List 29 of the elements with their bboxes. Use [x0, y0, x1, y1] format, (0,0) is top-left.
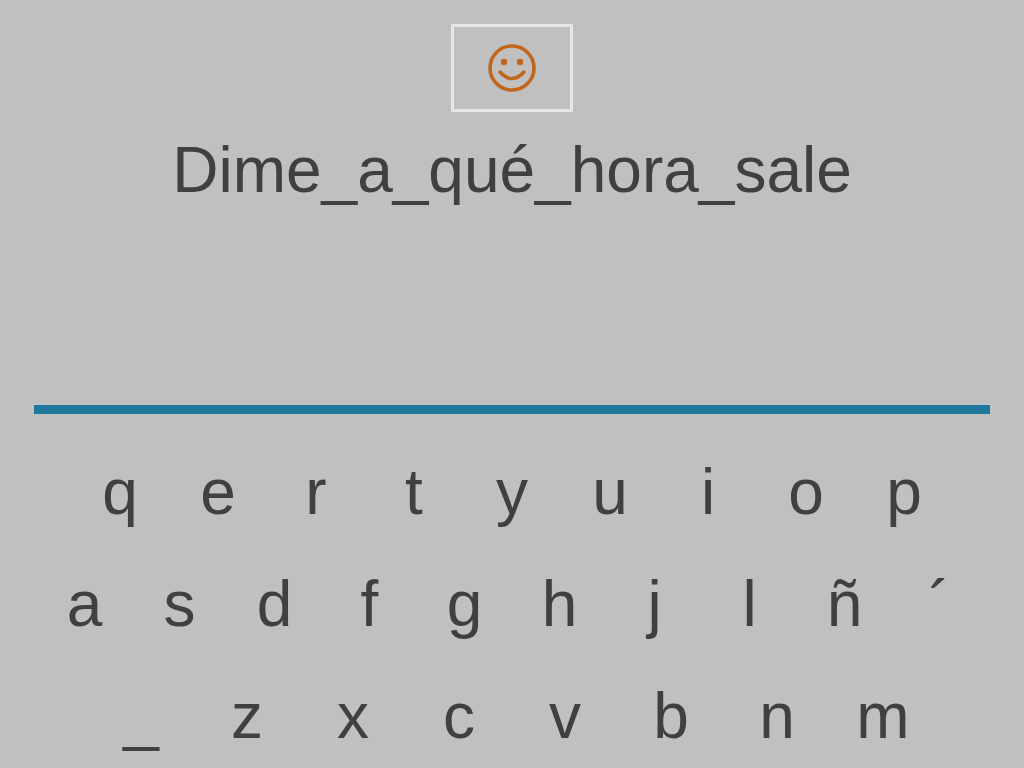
key-button[interactable]: f [322, 564, 417, 644]
key-button[interactable]: p [855, 452, 953, 532]
key-button[interactable]: _ [88, 676, 194, 756]
key-button[interactable]: l [702, 564, 797, 644]
key-button[interactable]: h [512, 564, 607, 644]
smiley-icon [487, 43, 537, 93]
key-button[interactable]: e [169, 452, 267, 532]
key-button[interactable]: y [463, 452, 561, 532]
key-button[interactable]: r [267, 452, 365, 532]
key-button[interactable]: u [561, 452, 659, 532]
key-button[interactable]: j [607, 564, 702, 644]
key-button[interactable]: x [300, 676, 406, 756]
key-button[interactable]: d [227, 564, 322, 644]
key-button[interactable]: ñ [797, 564, 892, 644]
key-button[interactable]: z [194, 676, 300, 756]
key-button[interactable]: c [406, 676, 512, 756]
key-button[interactable]: s [132, 564, 227, 644]
key-button[interactable]: n [724, 676, 830, 756]
key-button[interactable]: q [71, 452, 169, 532]
key-button[interactable]: g [417, 564, 512, 644]
key-button[interactable]: v [512, 676, 618, 756]
prompt-text: Dime_a_qué_hora_sale [172, 133, 852, 208]
key-button[interactable]: b [618, 676, 724, 756]
key-button[interactable]: ´ [892, 564, 987, 644]
key-button[interactable]: i [659, 452, 757, 532]
key-button[interactable]: o [757, 452, 855, 532]
key-button[interactable]: t [365, 452, 463, 532]
key-button[interactable]: a [37, 564, 132, 644]
key-button[interactable]: m [830, 676, 936, 756]
